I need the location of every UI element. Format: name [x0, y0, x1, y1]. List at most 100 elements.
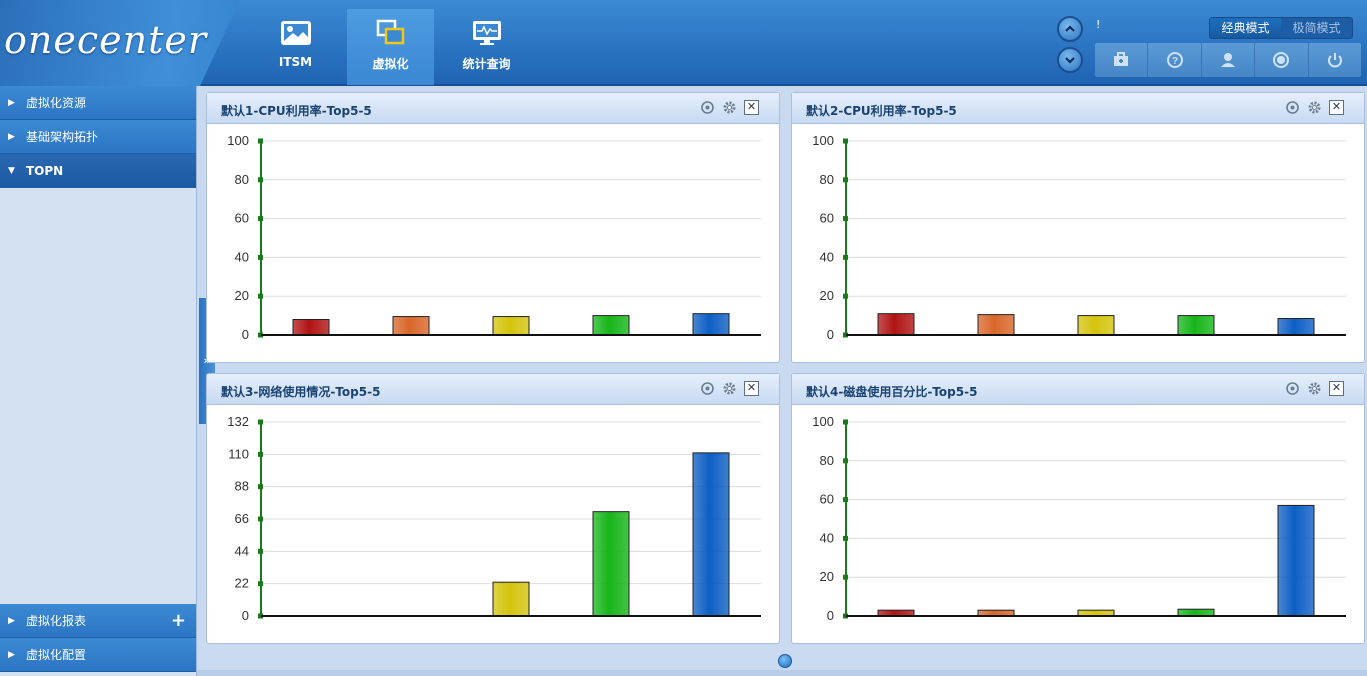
bar [1177, 315, 1215, 336]
panel-title-suffix: -Top5-5 [927, 385, 978, 399]
bar [392, 316, 430, 336]
tab-statistics-label: 统计查询 [462, 57, 511, 71]
close-icon[interactable]: ✕ [1329, 100, 1344, 115]
sidebar-item-label: 虚拟化报表 [26, 614, 87, 628]
sidebar-item-label: 基础架构拓扑 [26, 130, 99, 144]
y-tick-label: 66 [235, 511, 249, 526]
bar [877, 313, 915, 336]
y-tick-label: 132 [227, 414, 249, 429]
refresh-icon[interactable] [1285, 381, 1300, 396]
panel-title-suffix: -Top5-5 [906, 104, 957, 118]
refresh-icon[interactable] [700, 100, 715, 115]
bar [592, 511, 630, 617]
simple-mode-button[interactable]: 极简模式 [1281, 18, 1352, 38]
tab-virtualization[interactable]: 虚拟化 [347, 9, 434, 85]
close-icon[interactable]: ✕ [1329, 381, 1344, 396]
logo: onecenter [0, 0, 240, 86]
tab-statistics[interactable]: 统计查询 [443, 9, 530, 85]
panel-title-suffix: -Top5-5 [321, 104, 372, 118]
y-tick-label: 0 [242, 608, 249, 623]
panel-title: 默认4-磁盘使用百分比-Top5-5 [806, 383, 977, 400]
license-button[interactable] [1255, 43, 1309, 77]
help-button[interactable]: ? [1148, 43, 1202, 77]
refresh-icon[interactable] [700, 381, 715, 396]
y-tick-label: 44 [235, 543, 249, 558]
panel-header: 默认4-磁盘使用百分比-Top5-5 ✕ [792, 374, 1364, 405]
close-icon[interactable]: ✕ [744, 381, 759, 396]
bar [1177, 608, 1215, 617]
bar [977, 314, 1015, 336]
y-tick-label: 80 [235, 172, 249, 187]
chevron-down-icon [1065, 57, 1075, 64]
logout-button[interactable] [1309, 43, 1361, 77]
user-button[interactable] [1202, 43, 1256, 77]
sidebar-item-config[interactable]: ▶ 虚拟化配置 [0, 638, 196, 672]
y-tick-label: 22 [235, 576, 249, 591]
sidebar-item-reports[interactable]: ▶ 虚拟化报表 + [0, 604, 196, 638]
help-icon: ? [1166, 52, 1183, 68]
scroll-down-button[interactable] [1057, 47, 1083, 73]
sidebar-item-label: 虚拟化配置 [26, 648, 87, 662]
logo-text: onecenter [4, 18, 208, 62]
y-tick-label: 80 [820, 453, 834, 468]
y-tick-label: 0 [242, 327, 249, 342]
y-tick-label: 100 [812, 414, 834, 429]
power-icon [1327, 53, 1342, 68]
page-indicator-dot[interactable] [778, 654, 792, 668]
svg-text:?: ? [1172, 56, 1178, 67]
panel-header: 默认3-网络使用情况-Top5-5 ✕ [207, 374, 779, 405]
y-tick-label: 60 [235, 211, 249, 226]
y-tick-label: 20 [820, 288, 834, 303]
scroll-up-button[interactable] [1057, 16, 1083, 42]
bottom-divider [197, 670, 1367, 676]
user-icon [1221, 53, 1236, 67]
bar [292, 318, 330, 336]
image-icon [280, 21, 311, 45]
classic-mode-button[interactable]: 经典模式 [1210, 18, 1281, 38]
y-tick-label: 20 [235, 288, 249, 303]
gear-icon[interactable] [722, 100, 737, 115]
gear-icon[interactable] [1307, 100, 1322, 115]
panel-header: 默认2-CPU利用率-Top5-5 ✕ [792, 93, 1364, 124]
gear-icon[interactable] [1307, 381, 1322, 396]
y-tick-label: 88 [235, 479, 249, 494]
y-tick-label: 20 [820, 569, 834, 584]
sidebar-item-label: 虚拟化资源 [26, 96, 87, 110]
panel-header: 默认1-CPU利用率-Top5-5 ✕ [207, 93, 779, 124]
monitor-icon [472, 21, 501, 45]
y-tick-label: 100 [227, 133, 249, 148]
sidebar-item-virtual-resources[interactable]: ▶ 虚拟化资源 [0, 86, 196, 120]
bar [1077, 315, 1115, 336]
bar [692, 452, 730, 617]
chart-disk: 0 20 40 60 80 100 [812, 414, 1346, 623]
refresh-icon[interactable] [1285, 100, 1300, 115]
chart-cpu-1: 0 20 40 60 80 100 [227, 133, 761, 342]
panel-title: 默认3-网络使用情况-Top5-5 [221, 383, 380, 400]
panel-cpu-2: 默认2-CPU利用率-Top5-5 ✕ 0 20 40 60 80 100 [791, 92, 1365, 363]
y-tick-label: 40 [820, 249, 834, 264]
bar [592, 315, 630, 336]
panel-title: 默认1-CPU利用率-Top5-5 [221, 102, 372, 119]
toolbox-button[interactable] [1095, 43, 1149, 77]
y-tick-label: 0 [827, 327, 834, 342]
sidebar-item-topn[interactable]: ▼ TOPN [0, 154, 196, 188]
y-tick-label: 40 [820, 530, 834, 545]
license-icon [1273, 52, 1290, 68]
tab-itsm[interactable]: ITSM [252, 9, 339, 85]
caret-right-icon: ▶ [8, 650, 15, 660]
panel-network: 默认3-网络使用情况-Top5-5 ✕ 0 22 44 66 88 110 132 [206, 373, 780, 644]
sidebar-item-topology[interactable]: ▶ 基础架构拓扑 [0, 120, 196, 154]
caret-right-icon: ▶ [8, 98, 15, 108]
toolbox-icon [1114, 52, 1129, 66]
gear-icon[interactable] [722, 381, 737, 396]
y-tick-label: 40 [235, 249, 249, 264]
panel-title-main: 默认3-网络使用情况 [221, 385, 331, 399]
tab-virtualization-label: 虚拟化 [372, 57, 409, 71]
panel-cpu-1: 默认1-CPU利用率-Top5-5 ✕ 0 20 40 60 80 100 [206, 92, 780, 363]
bar [1277, 504, 1315, 617]
plus-icon[interactable]: + [171, 604, 186, 638]
caret-down-icon: ▼ [8, 166, 15, 176]
close-icon[interactable]: ✕ [744, 100, 759, 115]
panel-title-main: 默认4-磁盘使用百分比 [806, 385, 928, 399]
sidebar-item-label: TOPN [26, 164, 64, 178]
